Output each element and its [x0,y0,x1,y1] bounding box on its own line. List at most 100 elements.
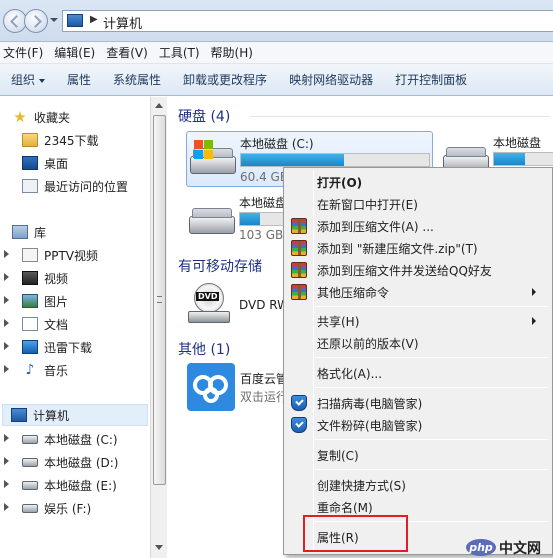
pictures-icon [22,294,38,308]
scrollbar-thumb[interactable] [153,115,166,485]
menu-tools[interactable]: 工具(T) [156,44,208,61]
nav-item-pptv[interactable]: PPTV视频 [22,244,98,266]
expand-arrow-icon[interactable] [4,365,9,373]
desktop-icon [22,156,38,170]
nav-item-documents[interactable]: 文档 [22,313,68,335]
nav-label: 文档 [44,317,69,332]
submenu-arrow-icon [532,288,536,296]
open-control-panel-button[interactable]: 打开控制面板 [384,71,478,88]
nav-drive-d[interactable]: 本地磁盘 (D:) [22,451,118,473]
nav-item-music[interactable]: ♪ 音乐 [22,359,68,381]
group-header-other[interactable]: 其他 (1) [178,339,230,359]
menu-item-shred[interactable]: 文件粉碎(电脑管家) [286,414,550,436]
menu-separator [315,306,548,307]
menu-label: 复制(C) [317,448,359,463]
uninstall-button[interactable]: 卸载或更改程序 [172,71,278,88]
expand-arrow-icon[interactable] [4,503,9,511]
expand-arrow-icon[interactable] [4,457,9,465]
baidu-cloud-tile[interactable]: 百度云管 双击运行 [186,363,296,415]
group-divider [250,116,550,117]
php-logo: php [466,539,496,556]
expand-arrow-icon[interactable] [4,434,9,442]
nav-label: 娱乐 (F:) [44,501,92,516]
nav-item-2345-download[interactable]: 2345下载 [22,129,99,151]
nav-label: 2345下载 [44,133,99,148]
menu-item-add-archive[interactable]: 添加到压缩文件(A) ... [286,215,550,237]
expand-arrow-icon[interactable] [4,273,9,281]
breadcrumb-computer[interactable]: 计算机 [103,13,142,32]
menu-label: 格式化(A)... [317,366,383,381]
nav-label: 音乐 [44,363,69,378]
windows-drive-icon [190,140,236,176]
menu-label: 扫描病毒(电脑管家) [317,396,423,411]
scroll-down-arrow-icon[interactable] [155,545,163,550]
expand-arrow-icon[interactable] [4,342,9,350]
highlight-box [303,515,408,552]
nav-item-desktop[interactable]: 桌面 [22,152,68,174]
nav-item-videos[interactable]: 视频 [22,267,68,289]
nav-drive-f[interactable]: 娱乐 (F:) [22,497,91,519]
menu-item-add-zip[interactable]: 添加到 "新建压缩文件.zip"(T) [286,237,550,259]
nav-favorites[interactable]: ★ 收藏夹 [12,106,70,128]
nav-label: 视频 [44,271,69,286]
nav-computer[interactable]: 计算机 [2,404,148,426]
menu-item-open[interactable]: 打开(O) [286,171,550,193]
expand-arrow-icon[interactable] [4,296,9,304]
dvd-label: DVD [196,292,220,301]
nav-item-recent-places[interactable]: 最近访问的位置 [22,175,128,197]
forward-button[interactable] [24,9,48,33]
drive-name: DVD RW [239,298,290,312]
nav-item-pictures[interactable]: 图片 [22,290,68,312]
winrar-icon [291,240,307,256]
nav-label: 本地磁盘 (D:) [44,455,119,470]
menu-item-copy[interactable]: 复制(C) [286,444,550,466]
documents-icon [22,317,38,331]
organize-button[interactable]: 组织 [0,71,56,88]
folder-icon [22,133,38,147]
drive-tile-3[interactable]: 本地磁盘 103 GB [186,192,299,248]
expand-arrow-icon[interactable] [4,250,9,258]
menu-item-scan-virus[interactable]: 扫描病毒(电脑管家) [286,392,550,414]
menu-item-share[interactable]: 共享(H) [286,310,550,332]
menu-view[interactable]: 查看(V) [103,44,156,61]
baidu-cloud-icon [187,363,235,411]
properties-button[interactable]: 属性 [56,71,102,88]
nav-scrollbar[interactable] [150,97,167,558]
drive-usage-fill [241,154,345,166]
group-header-removable[interactable]: 有可移动存储 [178,256,262,276]
nav-libraries[interactable]: 库 [12,221,46,243]
nav-drive-c[interactable]: 本地磁盘 (C:) [22,428,118,450]
address-bar[interactable]: ▶ 计算机 [62,10,553,32]
scroll-up-arrow-icon[interactable] [155,103,163,108]
menu-item-open-new-window[interactable]: 在新窗口中打开(E) [286,193,550,215]
menu-label: 打开(O) [317,175,363,190]
expand-arrow-icon[interactable] [4,319,9,327]
menu-item-other-compress[interactable]: 其他压缩命令 [286,281,550,303]
drive-icon [22,503,38,513]
breadcrumb-arrow-icon[interactable]: ▶ [90,14,98,25]
windows-logo-icon [194,140,214,160]
map-network-drive-button[interactable]: 映射网络驱动器 [278,71,384,88]
menu-item-create-shortcut[interactable]: 创建快捷方式(S) [286,474,550,496]
recent-pages-dropdown[interactable] [50,18,58,22]
menu-item-restore-previous[interactable]: 还原以前的版本(V) [286,332,550,354]
menu-file[interactable]: 文件(F) [0,44,51,61]
menu-item-add-send-qq[interactable]: 添加到压缩文件并发送给QQ好友 [286,259,550,281]
expand-arrow-icon[interactable] [4,480,9,488]
menu-label: 还原以前的版本(V) [317,336,419,351]
group-header-hard-disks[interactable]: 硬盘 (4) [178,106,230,126]
nav-label: 库 [34,225,47,240]
menu-item-format[interactable]: 格式化(A)... [286,362,550,384]
navigation-pane: ★ 收藏夹 2345下载 桌面 最近访问的位置 库 PPTV视频 视频 图片 文档… [0,97,150,558]
pptv-icon [22,248,38,262]
winrar-icon [291,284,307,300]
nav-drive-e[interactable]: 本地磁盘 (E:) [22,474,117,496]
menu-edit[interactable]: 编辑(E) [51,44,103,61]
dvd-drive-tile[interactable]: DVD DVD RW [186,280,296,330]
nav-item-xunlei-download[interactable]: 迅雷下载 [22,336,92,358]
menu-help[interactable]: 帮助(H) [208,44,261,61]
app-name: 百度云管 [240,372,289,386]
system-properties-button[interactable]: 系统属性 [102,71,172,88]
chevron-down-icon [39,78,46,83]
drive-free-space: 103 GB [239,228,284,242]
